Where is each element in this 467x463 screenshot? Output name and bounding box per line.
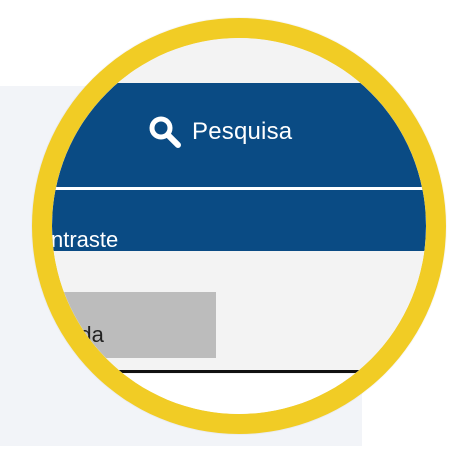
- magnifier-circle: Pesquisa ntraste inada: [32, 18, 446, 434]
- search-label: Pesquisa: [192, 118, 293, 145]
- top-navigation-edge: [52, 110, 66, 126]
- contrast-label: ntraste: [52, 227, 119, 252]
- magnified-area: Pesquisa ntraste inada: [52, 38, 426, 414]
- divider-line-top: [68, 370, 402, 373]
- search-button[interactable]: Pesquisa: [146, 113, 292, 151]
- selected-option-label: inada: [52, 322, 104, 347]
- screenshot-stage: Pesquisa ntraste inada: [0, 0, 467, 463]
- white-bottom-panel: [52, 374, 426, 414]
- search-icon: [146, 113, 184, 151]
